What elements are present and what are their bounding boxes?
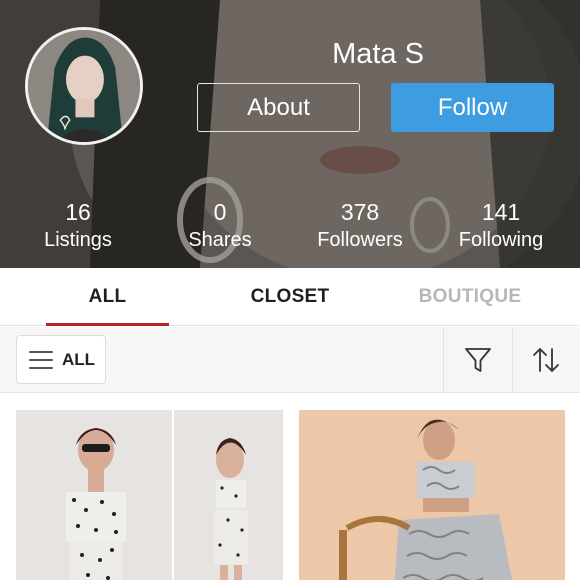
profile-stats: 16 Listings 0 Shares 378 Followers 141 F… — [0, 198, 580, 260]
stat-value: 0 — [213, 199, 227, 225]
category-filter-button[interactable]: ALL — [16, 335, 106, 384]
tab-closet[interactable]: CLOSET — [220, 268, 360, 326]
closet-tabs: ALL CLOSET BOUTIQUE — [0, 268, 580, 326]
stat-label: Shares — [188, 229, 252, 251]
sort-arrows-icon — [533, 348, 559, 372]
category-filter-label: ALL — [62, 350, 96, 369]
stat-label: Followers — [317, 229, 403, 251]
sort-button[interactable] — [523, 337, 569, 383]
hamburger-icon — [29, 351, 53, 369]
profile-name: Mata S — [332, 38, 424, 70]
divider — [512, 327, 513, 393]
listing-photo — [299, 410, 565, 580]
stat-shares[interactable]: 0 Shares — [150, 198, 290, 254]
stat-followers[interactable]: 378 Followers — [290, 198, 430, 254]
tab-all[interactable]: ALL — [46, 268, 169, 326]
filter-button[interactable] — [455, 337, 501, 383]
stat-label: Following — [458, 229, 544, 251]
stat-following[interactable]: 141 Following — [431, 198, 571, 254]
stat-label: Listings — [44, 229, 112, 251]
tab-label: CLOSET — [250, 286, 330, 307]
avatar-photo — [28, 30, 140, 142]
stat-value: 141 — [481, 199, 521, 225]
divider — [443, 327, 444, 393]
listing-card[interactable] — [299, 410, 565, 580]
tab-boutique[interactable]: BOUTIQUE — [400, 268, 540, 326]
active-tab-underline — [46, 323, 169, 326]
listing-card[interactable] — [16, 410, 283, 580]
stat-value: 378 — [340, 199, 380, 225]
funnel-icon — [465, 348, 491, 372]
about-button[interactable]: About — [197, 83, 360, 132]
follow-button[interactable]: Follow — [391, 83, 554, 132]
listing-photo — [16, 410, 283, 580]
tab-label: ALL — [88, 286, 127, 307]
filter-bar: ALL — [0, 327, 580, 393]
stat-value: 16 — [65, 199, 91, 225]
stat-listings[interactable]: 16 Listings — [8, 198, 148, 254]
listings-grid — [0, 394, 580, 580]
tab-label: BOUTIQUE — [418, 286, 522, 307]
profile-avatar[interactable] — [25, 27, 143, 145]
